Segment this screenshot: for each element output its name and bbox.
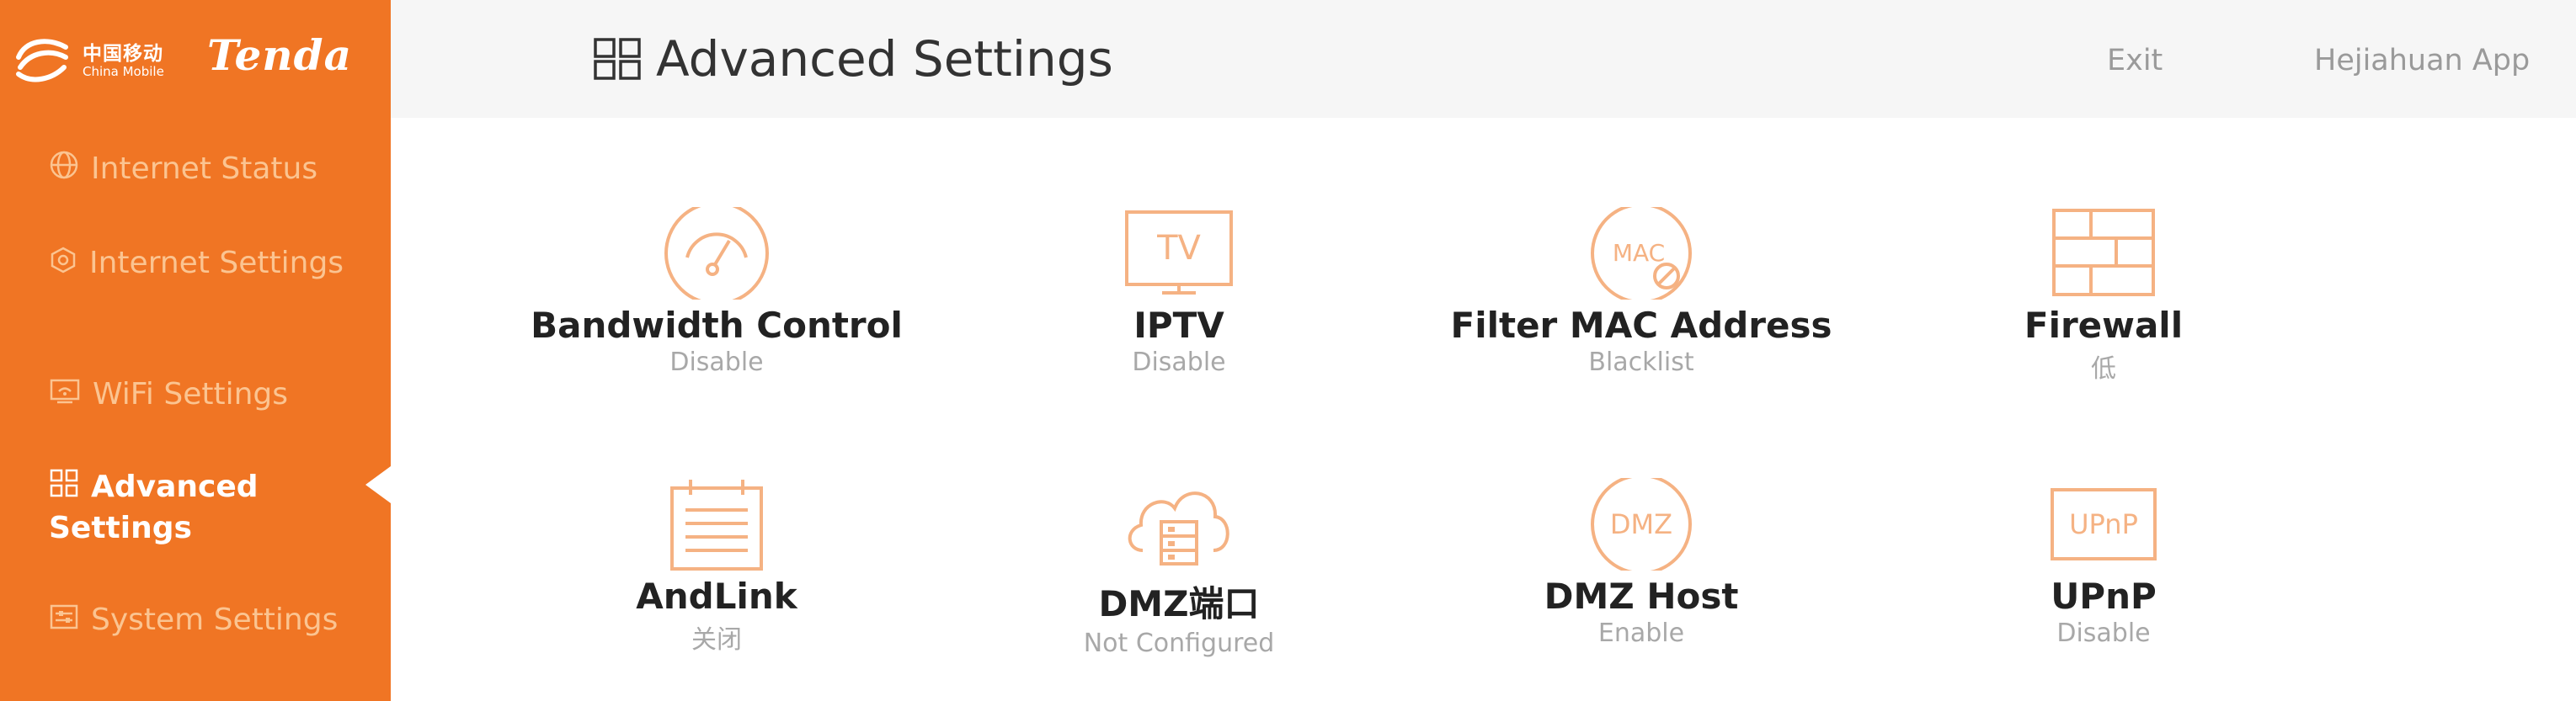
tile-dmz-host[interactable]: DMZ DMZ Host Enable xyxy=(1414,478,1869,648)
brand-name: Tenda xyxy=(207,30,352,80)
mac-filter-icon: MAC xyxy=(1591,207,1692,300)
tv-icon-label: TV xyxy=(1156,229,1201,268)
sidebar-item-internet-status[interactable]: Internet Status xyxy=(49,148,377,189)
firewall-icon xyxy=(2052,209,2155,296)
hejiahuan-app-link[interactable]: Hejiahuan App xyxy=(2314,44,2530,77)
sidebar-item-label: Internet Status xyxy=(91,151,318,186)
tile-iptv[interactable]: TV IPTV Disable xyxy=(952,207,1406,377)
tile-status: 关闭 xyxy=(691,625,742,655)
sidebar-item-label: Internet Settings xyxy=(89,246,344,280)
dmz-icon-label: DMZ xyxy=(1610,508,1672,540)
sidebar: 中国移动 China Mobile Tenda Internet Status … xyxy=(0,0,391,701)
tile-andlink[interactable]: AndLink 关闭 xyxy=(489,478,944,656)
wifi-screen-icon xyxy=(50,379,80,404)
brand-carrier-cn: 中国移动 xyxy=(83,43,163,65)
brand-carrier-en: China Mobile xyxy=(83,64,164,79)
speedometer-icon xyxy=(664,207,769,300)
tile-name: Bandwidth Control xyxy=(531,305,903,346)
tile-status: Not Configured xyxy=(1083,629,1275,658)
sidebar-item-label: Advanced Settings xyxy=(49,470,259,545)
china-mobile-logo-icon xyxy=(16,39,68,82)
tile-name: DMZ端口 xyxy=(1098,583,1260,624)
cloud-server-icon xyxy=(1128,491,1229,566)
tile-dmz-port[interactable]: DMZ端口 Not Configured xyxy=(952,478,1406,658)
sidebar-item-wifi-settings[interactable]: WiFi Settings xyxy=(49,374,377,415)
upnp-icon: UPnP xyxy=(2051,488,2157,560)
tile-name: DMZ Host xyxy=(1544,576,1739,617)
page-title: Advanced Settings xyxy=(590,30,1113,88)
tile-name: AndLink xyxy=(636,576,797,617)
upnp-icon-label: UPnP xyxy=(2069,508,2138,540)
tile-name: UPnP xyxy=(2051,576,2157,617)
grid-icon xyxy=(50,469,78,497)
tile-upnp[interactable]: UPnP UPnP Disable xyxy=(1876,478,2331,648)
tile-status: Disable xyxy=(669,348,764,377)
tile-status: Enable xyxy=(1597,619,1685,648)
sidebar-item-system-settings[interactable]: System Settings xyxy=(49,599,377,640)
sidebar-item-advanced-settings[interactable]: Advanced Settings xyxy=(49,466,377,549)
tile-firewall[interactable]: Firewall 低 xyxy=(1876,207,2331,385)
page-header: Advanced Settings Exit Hejiahuan App xyxy=(391,0,2576,118)
dmz-icon: DMZ xyxy=(1591,478,1692,571)
globe-icon xyxy=(50,151,78,179)
brand-logo: 中国移动 China Mobile Tenda xyxy=(0,0,391,118)
active-item-pointer xyxy=(365,466,391,503)
network-icon xyxy=(51,247,76,273)
tile-status: 低 xyxy=(2091,354,2116,384)
list-notebook-icon xyxy=(670,480,763,571)
grid-icon xyxy=(594,38,641,80)
sidebar-item-internet-settings[interactable]: Internet Settings xyxy=(49,242,377,284)
exit-link[interactable]: Exit xyxy=(2107,44,2163,77)
page-title-text: Advanced Settings xyxy=(656,30,1113,88)
tile-bandwidth-control[interactable]: Bandwidth Control Disable xyxy=(489,207,944,377)
sidebar-item-label: System Settings xyxy=(91,603,339,637)
tile-name: Firewall xyxy=(2024,305,2184,346)
mac-icon-label: MAC xyxy=(1613,239,1665,267)
system-icon xyxy=(50,604,78,629)
tile-status: Blacklist xyxy=(1588,348,1694,377)
tile-name: Filter MAC Address xyxy=(1450,305,1832,346)
sidebar-item-label: WiFi Settings xyxy=(93,377,288,412)
tile-status: Disable xyxy=(2056,619,2151,648)
tile-filter-mac-address[interactable]: MAC Filter MAC Address Blacklist xyxy=(1414,207,1869,377)
tile-name: IPTV xyxy=(1133,305,1224,346)
tile-status: Disable xyxy=(1132,348,1226,377)
tv-icon: TV xyxy=(1125,210,1233,295)
